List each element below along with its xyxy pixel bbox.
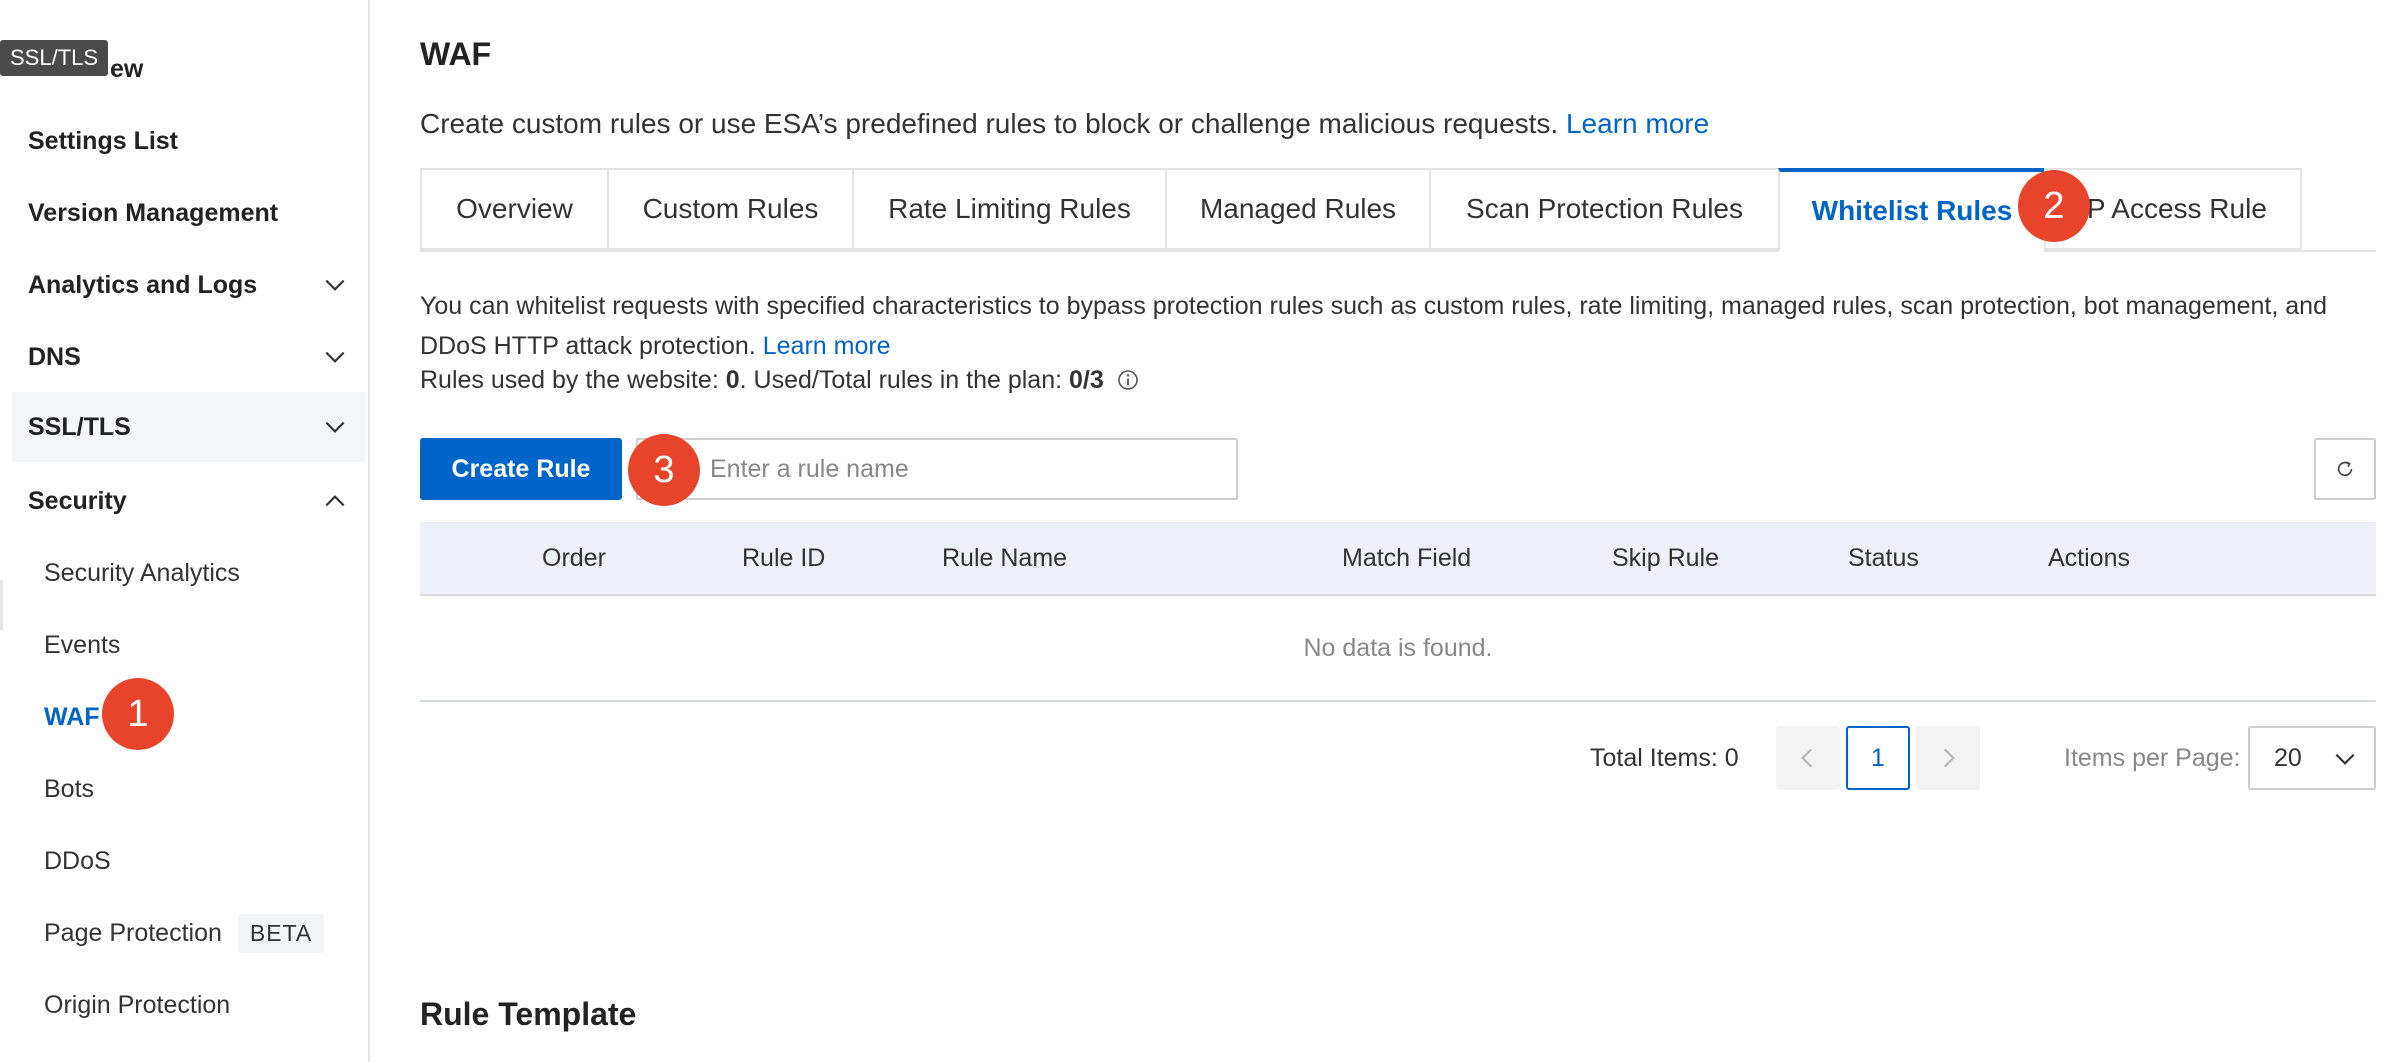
- column-header-order[interactable]: Order: [542, 522, 606, 594]
- sidebar: SSL/TLS ew Settings List Version Managem…: [0, 0, 370, 1062]
- sidebar-item-label: Bots: [44, 774, 95, 803]
- beta-badge: BETA: [237, 913, 325, 953]
- sidebar-item-ddos[interactable]: DDoS: [0, 826, 368, 896]
- prev-page-button[interactable]: [1776, 726, 1840, 790]
- sidebar-item-label: Version Management: [28, 198, 279, 227]
- page-description: Create custom rules or use ESA’s predefi…: [420, 108, 1709, 140]
- sidebar-item-bots[interactable]: Bots: [0, 754, 368, 824]
- chevron-down-icon: [322, 414, 348, 440]
- next-page-button[interactable]: [1916, 726, 1980, 790]
- chevron-up-icon: [322, 488, 348, 514]
- chevron-down-icon: [322, 344, 348, 370]
- column-header-status: Status: [1848, 544, 1919, 572]
- sidebar-item-page-protection[interactable]: Page Protection BETA: [0, 898, 368, 968]
- step-badge-2: 2: [2018, 170, 2090, 242]
- step-badge-1: 1: [102, 678, 174, 750]
- sidebar-item-label: DDoS: [44, 846, 111, 875]
- items-per-page-value: 20: [2274, 743, 2302, 772]
- sidebar-item-label: Analytics and Logs: [28, 270, 258, 299]
- column-header-match-field: Match Field: [1342, 544, 1472, 572]
- step-badge-3: 3: [628, 434, 700, 506]
- tab-managed-rules[interactable]: Managed Rules: [1165, 168, 1429, 250]
- sidebar-item-waf[interactable]: WAF: [0, 682, 368, 752]
- sidebar-item-label: DNS: [28, 342, 81, 371]
- whitelist-description-text: You can whitelist requests with specifie…: [420, 292, 2327, 360]
- sidebar-item-version-management[interactable]: Version Management: [0, 178, 368, 248]
- table-empty-message: No data is found.: [420, 596, 2376, 702]
- sidebar-item-origin-protection[interactable]: Origin Protection: [0, 970, 368, 1040]
- pagination: Total Items: 0 1 Items per Page: 20: [420, 726, 2376, 790]
- learn-more-link[interactable]: Learn more: [1566, 108, 1709, 139]
- sidebar-item-dns[interactable]: DNS: [0, 322, 368, 392]
- tab-custom-rules[interactable]: Custom Rules: [607, 168, 852, 250]
- sidebar-item-label: WAF: [44, 702, 100, 731]
- tab-scan-protection-rules[interactable]: Scan Protection Rules: [1429, 168, 1778, 250]
- table-header: Order Rule ID Rule Name Match Field Skip…: [420, 522, 2376, 596]
- column-header-skip-rule: Skip Rule: [1612, 544, 1719, 572]
- whitelist-learn-more-link[interactable]: Learn more: [763, 332, 891, 360]
- refresh-button[interactable]: [2314, 438, 2376, 500]
- page-title: WAF: [420, 36, 492, 72]
- sidebar-item-label: Settings List: [28, 126, 179, 155]
- sidebar-item-security[interactable]: Security: [0, 466, 368, 536]
- plan-usage-value: 0/3: [1069, 366, 1104, 394]
- rule-name-search: [636, 438, 1238, 500]
- column-header-actions: Actions: [2048, 544, 2130, 572]
- page-description-text: Create custom rules or use ESA’s predefi…: [420, 108, 1559, 139]
- chevron-down-icon: [322, 272, 348, 298]
- sidebar-item-security-analytics[interactable]: Security Analytics: [0, 538, 368, 608]
- plan-usage-label: . Used/Total rules in the plan:: [739, 366, 1069, 394]
- sidebar-item-label: Security Analytics: [44, 558, 240, 587]
- sidebar-item-label: Origin Protection: [44, 990, 231, 1019]
- create-rule-button[interactable]: Create Rule: [420, 438, 622, 500]
- whitelist-description: You can whitelist requests with specifie…: [420, 286, 2376, 366]
- whitelist-rules-table: Order Rule ID Rule Name Match Field Skip…: [420, 522, 2376, 702]
- rules-used-label: Rules used by the website:: [420, 366, 726, 394]
- chevron-right-icon: [1943, 748, 1955, 768]
- column-header-rule-name: Rule Name: [942, 544, 1068, 572]
- chevron-down-icon: [2335, 753, 2355, 765]
- refresh-icon: [2337, 461, 2353, 477]
- tab-overview[interactable]: Overview: [420, 168, 607, 250]
- chevron-left-icon: [1801, 748, 1813, 768]
- rules-used-value: 0: [725, 366, 740, 394]
- total-items: Total Items: 0: [1590, 744, 1739, 772]
- tooltip: SSL/TLS: [0, 40, 109, 76]
- tab-whitelist-rules[interactable]: Whitelist Rules: [1778, 168, 2044, 252]
- sidebar-item-settings-list[interactable]: Settings List: [0, 106, 368, 176]
- sidebar-item-label: Page Protection: [44, 918, 222, 947]
- rules-usage: Rules used by the website: 0. Used/Total…: [420, 366, 1139, 395]
- rule-name-search-input[interactable]: [638, 440, 1236, 498]
- sidebar-item-events[interactable]: Events: [0, 610, 368, 680]
- sidebar-item-label: Events: [44, 630, 121, 659]
- items-per-page-label: Items per Page:: [2064, 744, 2241, 772]
- info-icon[interactable]: [1117, 369, 1139, 391]
- tab-rate-limiting-rules[interactable]: Rate Limiting Rules: [852, 168, 1165, 250]
- sidebar-item-ssl-tls[interactable]: SSL/TLS: [12, 392, 366, 462]
- rule-template-title: Rule Template: [420, 996, 637, 1032]
- sidebar-item-label: SSL/TLS: [28, 412, 131, 441]
- column-header-rule-id: Rule ID: [742, 544, 826, 572]
- page-number-button[interactable]: 1: [1846, 726, 1910, 790]
- sidebar-item-analytics-and-logs[interactable]: Analytics and Logs: [0, 250, 368, 320]
- items-per-page-select[interactable]: 20: [2248, 726, 2376, 790]
- sidebar-item-label: Security: [28, 486, 127, 515]
